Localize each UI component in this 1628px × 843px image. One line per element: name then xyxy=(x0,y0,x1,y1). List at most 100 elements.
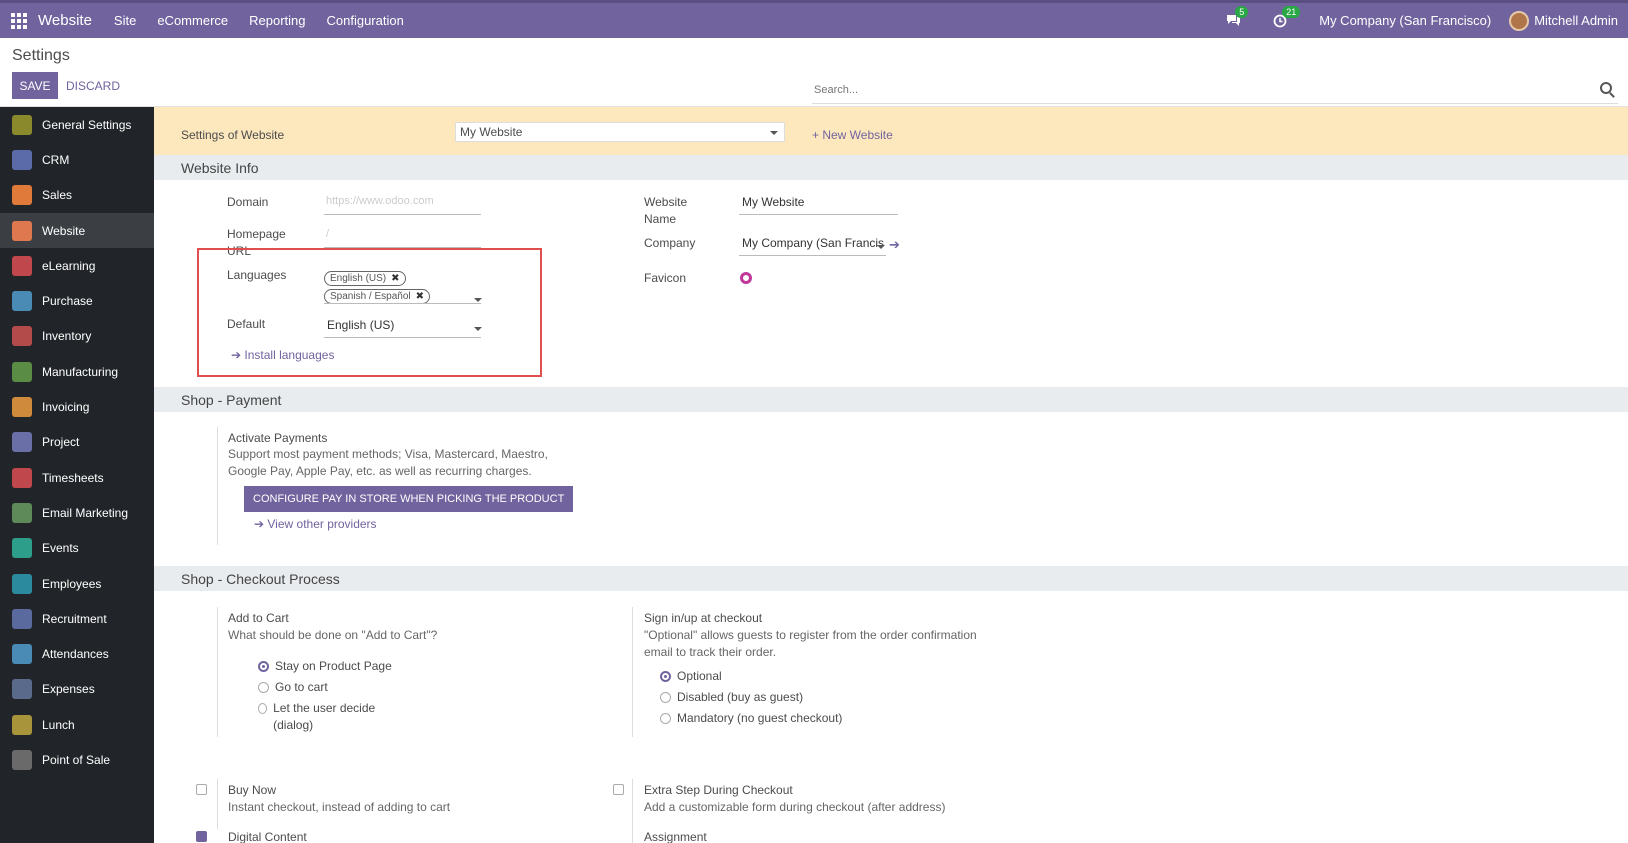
wrench-icon xyxy=(12,361,32,382)
domain-label: Domain xyxy=(227,195,269,209)
sidebar-item-sales[interactable]: Sales xyxy=(0,178,154,213)
assignment-title: Assignment xyxy=(644,830,707,843)
menu-reporting[interactable]: Reporting xyxy=(249,13,305,28)
sidebar-item-website[interactable]: Website xyxy=(0,212,154,249)
sidebar-item-label: Invoicing xyxy=(42,400,90,415)
sidebar-item-invoicing[interactable]: Invoicing xyxy=(0,389,154,424)
divider xyxy=(632,779,633,843)
website-select[interactable]: My Website xyxy=(455,122,785,142)
install-languages-label: Install languages xyxy=(244,348,335,362)
search-input[interactable] xyxy=(812,78,1572,102)
expenses-icon xyxy=(12,679,32,700)
sidebar-item-label: Manufacturing xyxy=(42,364,119,379)
view-other-providers-link[interactable]: ➔ View other providers xyxy=(254,517,377,531)
website-name-input[interactable]: My Website xyxy=(739,195,898,215)
radio-label: Go to cart xyxy=(275,680,328,694)
apps-menu-button[interactable] xyxy=(0,3,38,38)
top-navbar: Website Site eCommerce Reporting Configu… xyxy=(0,0,1628,38)
radio-mandatory[interactable]: Mandatory (no guest checkout) xyxy=(660,710,842,727)
remove-tag-icon[interactable]: ✖ xyxy=(416,291,424,302)
sidebar-item-label: Attendances xyxy=(42,647,109,662)
gear-icon xyxy=(12,114,32,135)
app-brand[interactable]: Website xyxy=(38,12,92,29)
sidebar-item-attendances[interactable]: Attendances xyxy=(0,636,154,671)
company-select[interactable]: My Company (San Francis xyxy=(739,236,886,256)
radio-optional[interactable]: Optional xyxy=(660,668,722,685)
radio-label: Disabled (buy as guest) xyxy=(677,690,804,704)
radio-stay-on-product-page[interactable]: Stay on Product Page xyxy=(258,658,392,675)
domain-input[interactable]: https://www.odoo.com xyxy=(324,195,481,215)
configure-pay-in-store-button[interactable]: CONFIGURE PAY IN STORE WHEN PICKING THE … xyxy=(244,486,574,512)
sidebar-item-purchase[interactable]: Purchase xyxy=(0,283,154,318)
company-switcher[interactable]: My Company (San Francisco) xyxy=(1319,13,1491,28)
sidebar-item-label: Inventory xyxy=(42,329,92,344)
sidebar-item-lunch[interactable]: Lunch xyxy=(0,707,154,742)
section-shop-payment: Shop - Payment xyxy=(154,387,1628,412)
settings-sidebar: General Settings CRM Sales Website eLearning… xyxy=(0,107,154,843)
sidebar-item-expenses[interactable]: Expenses xyxy=(0,672,154,707)
homepage-url-input[interactable]: / xyxy=(324,228,481,248)
handshake-icon xyxy=(12,149,32,170)
radio-icon xyxy=(660,692,671,703)
search-icon[interactable] xyxy=(1600,82,1612,94)
divider xyxy=(632,607,633,737)
menu-ecommerce[interactable]: eCommerce xyxy=(157,13,228,28)
buy-now-checkbox[interactable] xyxy=(196,784,207,795)
menu-configuration[interactable]: Configuration xyxy=(327,13,404,28)
fork-knife-icon xyxy=(12,714,32,735)
language-tag-label: Spanish / Español xyxy=(330,291,411,302)
menu-site[interactable]: Site xyxy=(114,13,136,28)
radio-label: Optional xyxy=(677,669,722,683)
user-menu[interactable]: Mitchell Admin xyxy=(1509,10,1618,31)
section-shop-checkout: Shop - Checkout Process xyxy=(154,566,1628,591)
website-selector-bar: Settings of Website My Website + New Web… xyxy=(154,107,1628,155)
sidebar-item-events[interactable]: Events xyxy=(0,531,154,566)
new-website-link[interactable]: + New Website xyxy=(812,128,893,142)
messages-button[interactable]: 5 xyxy=(1226,6,1249,27)
grid-icon xyxy=(11,12,27,29)
sidebar-item-label: CRM xyxy=(42,152,70,167)
sidebar-item-employees[interactable]: Employees xyxy=(0,566,154,601)
extra-step-checkbox[interactable] xyxy=(613,784,624,795)
sidebar-item-timesheets[interactable]: Timesheets xyxy=(0,460,154,495)
company-chevron-down-icon xyxy=(877,245,885,249)
sidebar-item-label: Point of Sale xyxy=(42,752,111,767)
discard-button[interactable]: DISCARD xyxy=(66,72,120,99)
favicon-image[interactable] xyxy=(740,272,752,284)
radio-go-to-cart[interactable]: Go to cart xyxy=(258,679,328,696)
signin-checkout-title: Sign in/up at checkout xyxy=(644,611,763,625)
puzzle-icon xyxy=(12,432,32,453)
install-languages-link[interactable]: ➔ Install languages xyxy=(231,348,334,362)
sidebar-item-recruitment[interactable]: Recruitment xyxy=(0,601,154,636)
section-website-info: Website Info xyxy=(154,155,1628,180)
sidebar-item-point-of-sale[interactable]: Point of Sale xyxy=(0,742,154,777)
sidebar-item-project[interactable]: Project xyxy=(0,425,154,460)
external-link-arrow-icon[interactable]: ➔ xyxy=(889,237,900,253)
inventory-icon xyxy=(12,326,32,347)
website-select-value: My Website xyxy=(460,125,523,139)
add-to-cart-desc: What should be done on "Add to Cart"? xyxy=(228,628,438,642)
remove-tag-icon[interactable]: ✖ xyxy=(391,273,399,284)
sidebar-item-elearning[interactable]: eLearning xyxy=(0,248,154,283)
languages-chevron-down-icon[interactable] xyxy=(474,298,482,302)
languages-input-underline xyxy=(324,303,481,304)
save-button[interactable]: SAVE xyxy=(12,72,58,99)
sidebar-item-manufacturing[interactable]: Manufacturing xyxy=(0,354,154,389)
website-name-label: Website Name xyxy=(644,195,688,226)
page-title: Settings xyxy=(12,47,70,64)
digital-content-checkbox[interactable] xyxy=(196,831,207,842)
default-language-select[interactable]: English (US) xyxy=(324,318,481,338)
sidebar-item-crm[interactable]: CRM xyxy=(0,142,154,177)
sidebar-item-inventory[interactable]: Inventory xyxy=(0,319,154,354)
extra-step-desc: Add a customizable form during checkout … xyxy=(644,800,946,814)
radio-disabled-guest[interactable]: Disabled (buy as guest) xyxy=(660,689,803,706)
attendance-icon xyxy=(12,644,32,665)
sidebar-item-general-settings[interactable]: General Settings xyxy=(0,107,154,142)
activities-button[interactable]: 21 xyxy=(1273,5,1301,28)
sidebar-item-email-marketing[interactable]: Email Marketing xyxy=(0,495,154,530)
store-icon xyxy=(12,749,32,770)
buy-now-desc: Instant checkout, instead of adding to c… xyxy=(228,800,451,814)
radio-let-user-decide[interactable]: Let the user decide (dialog) xyxy=(258,700,388,734)
sidebar-item-label: Project xyxy=(42,435,80,450)
language-tag-english: English (US) ✖ xyxy=(324,269,406,286)
